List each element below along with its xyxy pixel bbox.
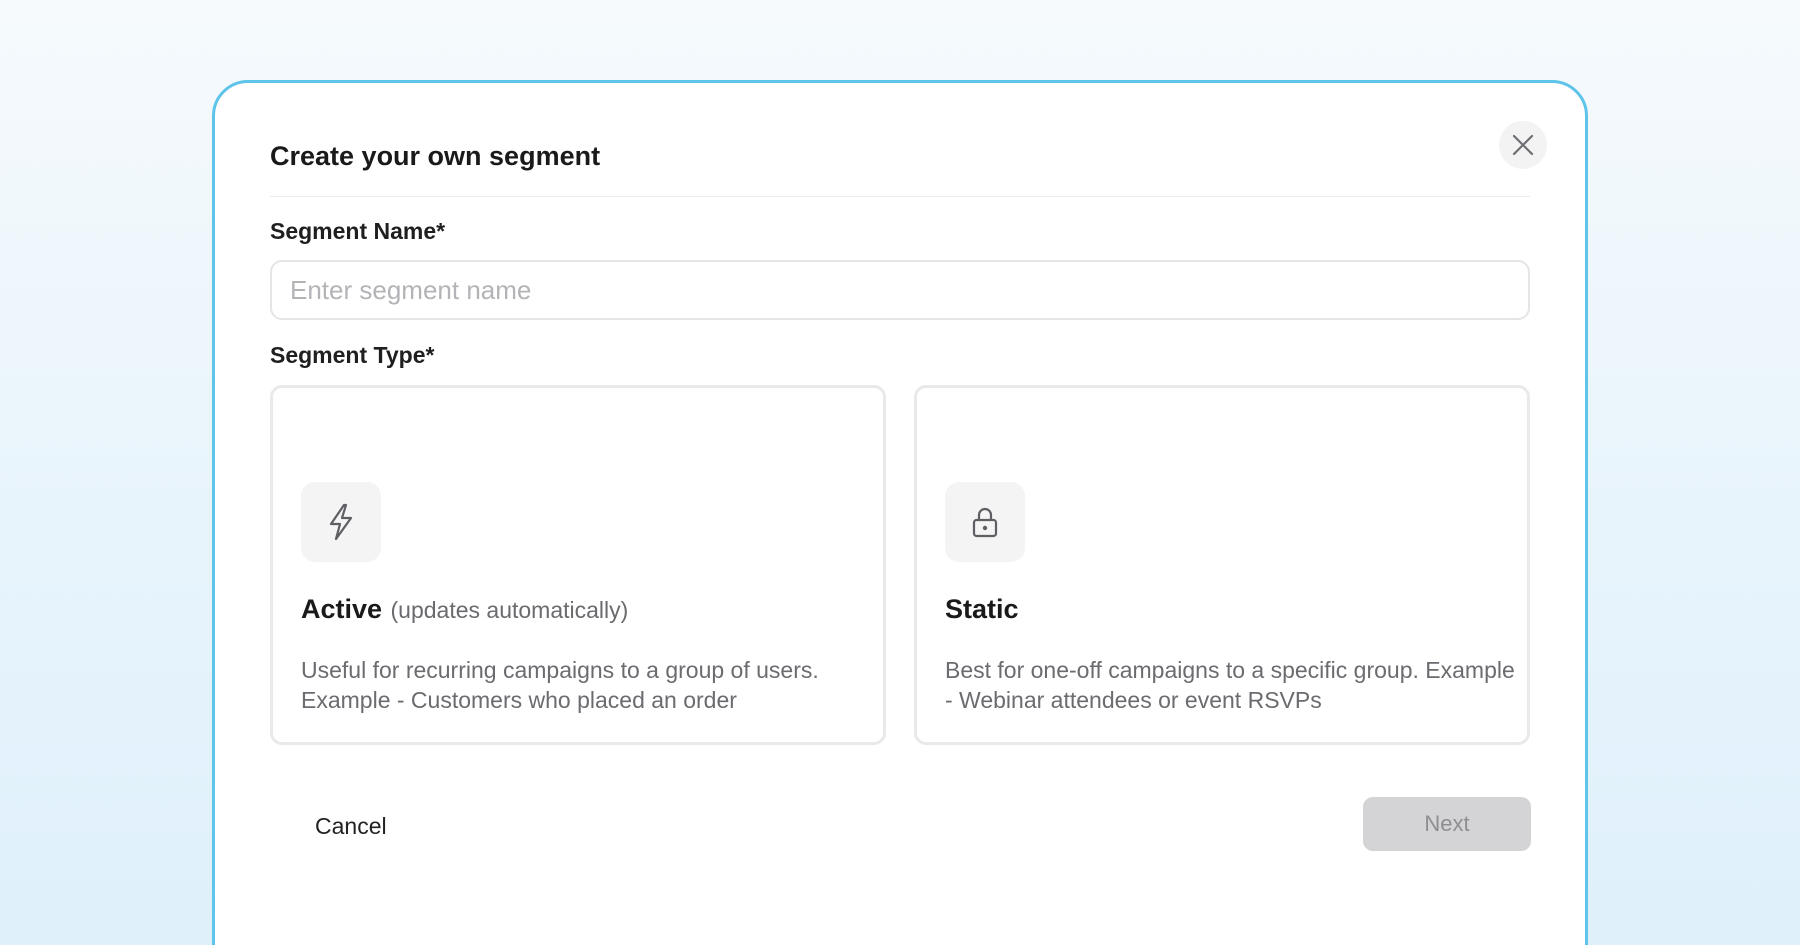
create-segment-modal: Create your own segment Segment Name* Se… [212, 80, 1588, 945]
static-title: Static [945, 594, 1019, 624]
static-description: Best for one-off campaigns to a specific… [945, 657, 1515, 713]
segment-name-input[interactable] [270, 260, 1530, 320]
segment-type-label: Segment Type* [270, 342, 435, 368]
active-subtitle: (updates automatically) [390, 597, 629, 623]
lightning-bolt-icon [329, 503, 353, 541]
cancel-button[interactable]: Cancel [315, 813, 387, 840]
active-heading: Active (updates automatically) [301, 594, 628, 625]
static-icon-tile [945, 482, 1025, 562]
segment-type-option-active[interactable]: Active (updates automatically) Useful fo… [270, 385, 886, 745]
lock-icon [972, 507, 998, 538]
close-button[interactable] [1499, 121, 1547, 169]
next-button[interactable]: Next [1363, 797, 1531, 851]
active-description: Useful for recurring campaigns to a grou… [301, 657, 819, 713]
segment-type-option-static[interactable]: Static Best for one-off campaigns to a s… [914, 385, 1530, 745]
active-title: Active [301, 594, 383, 624]
modal-title: Create your own segment [270, 141, 601, 171]
active-icon-tile [301, 482, 381, 562]
static-heading: Static [945, 594, 1019, 625]
segment-name-label: Segment Name* [270, 218, 446, 244]
header-divider [270, 196, 1530, 197]
close-icon [1512, 134, 1534, 156]
